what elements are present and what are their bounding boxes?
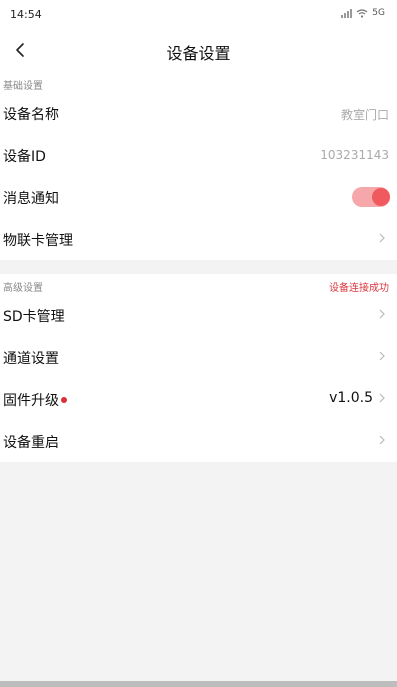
firmware-upgrade-label: 固件升级: [3, 393, 59, 409]
toggle-knob: [372, 188, 390, 206]
firmware-version: v1.0.5: [329, 390, 373, 406]
sd-card-row[interactable]: SD卡管理: [0, 294, 397, 336]
advanced-settings-header: 高级设置 设备连接成功: [0, 274, 397, 294]
signal-icon: [341, 8, 353, 18]
sim-card-label: 物联卡管理: [3, 233, 73, 249]
network-indicator: 5G: [372, 8, 385, 18]
notification-toggle[interactable]: [352, 187, 390, 207]
device-reboot-label: 设备重启: [3, 435, 59, 451]
device-id-row: 设备ID 103231143: [0, 134, 397, 176]
chevron-right-icon: [379, 435, 385, 445]
device-name-value: 教室门口: [340, 108, 389, 122]
status-bar: 14:54 5G: [0, 0, 397, 30]
nav-header: 设备设置: [0, 30, 397, 72]
device-reboot-row[interactable]: 设备重启: [0, 420, 397, 462]
channel-settings-label: 通道设置: [3, 351, 59, 367]
basic-settings-label: 基础设置: [3, 81, 43, 92]
notification-label: 消息通知: [3, 191, 59, 207]
advanced-settings-label: 高级设置: [3, 283, 43, 294]
status-time: 14:54: [10, 8, 42, 21]
notification-row: 消息通知: [0, 176, 397, 218]
sd-card-label: SD卡管理: [3, 309, 65, 325]
update-dot-badge: [61, 397, 67, 403]
chevron-right-icon: [379, 393, 385, 403]
firmware-upgrade-row[interactable]: 固件升级 v1.0.5: [0, 378, 397, 420]
wifi-icon: [356, 8, 368, 18]
bottom-bar: [0, 681, 397, 687]
channel-settings-row[interactable]: 通道设置: [0, 336, 397, 378]
chevron-right-icon: [379, 309, 385, 319]
advanced-settings-section: 高级设置 设备连接成功 SD卡管理 通道设置 固件升级 v1.0.5 设备重启: [0, 274, 397, 462]
device-name-label: 设备名称: [3, 107, 59, 123]
system-icons: 5G: [341, 8, 385, 18]
chevron-right-icon: [379, 233, 385, 243]
chevron-right-icon: [379, 351, 385, 361]
device-name-row[interactable]: 设备名称 教室门口: [0, 92, 397, 134]
firmware-upgrade-label-wrap: 固件升级: [3, 390, 67, 410]
sim-card-row[interactable]: 物联卡管理: [0, 218, 397, 260]
page-title: 设备设置: [166, 44, 231, 63]
basic-settings-header: 基础设置: [0, 72, 397, 92]
device-id-value: 103231143: [320, 148, 389, 162]
device-id-label: 设备ID: [3, 149, 46, 165]
basic-settings-section: 基础设置 设备名称 教室门口 设备ID 103231143 消息通知 物联卡管理: [0, 72, 397, 260]
connection-status: 设备连接成功: [329, 283, 389, 294]
